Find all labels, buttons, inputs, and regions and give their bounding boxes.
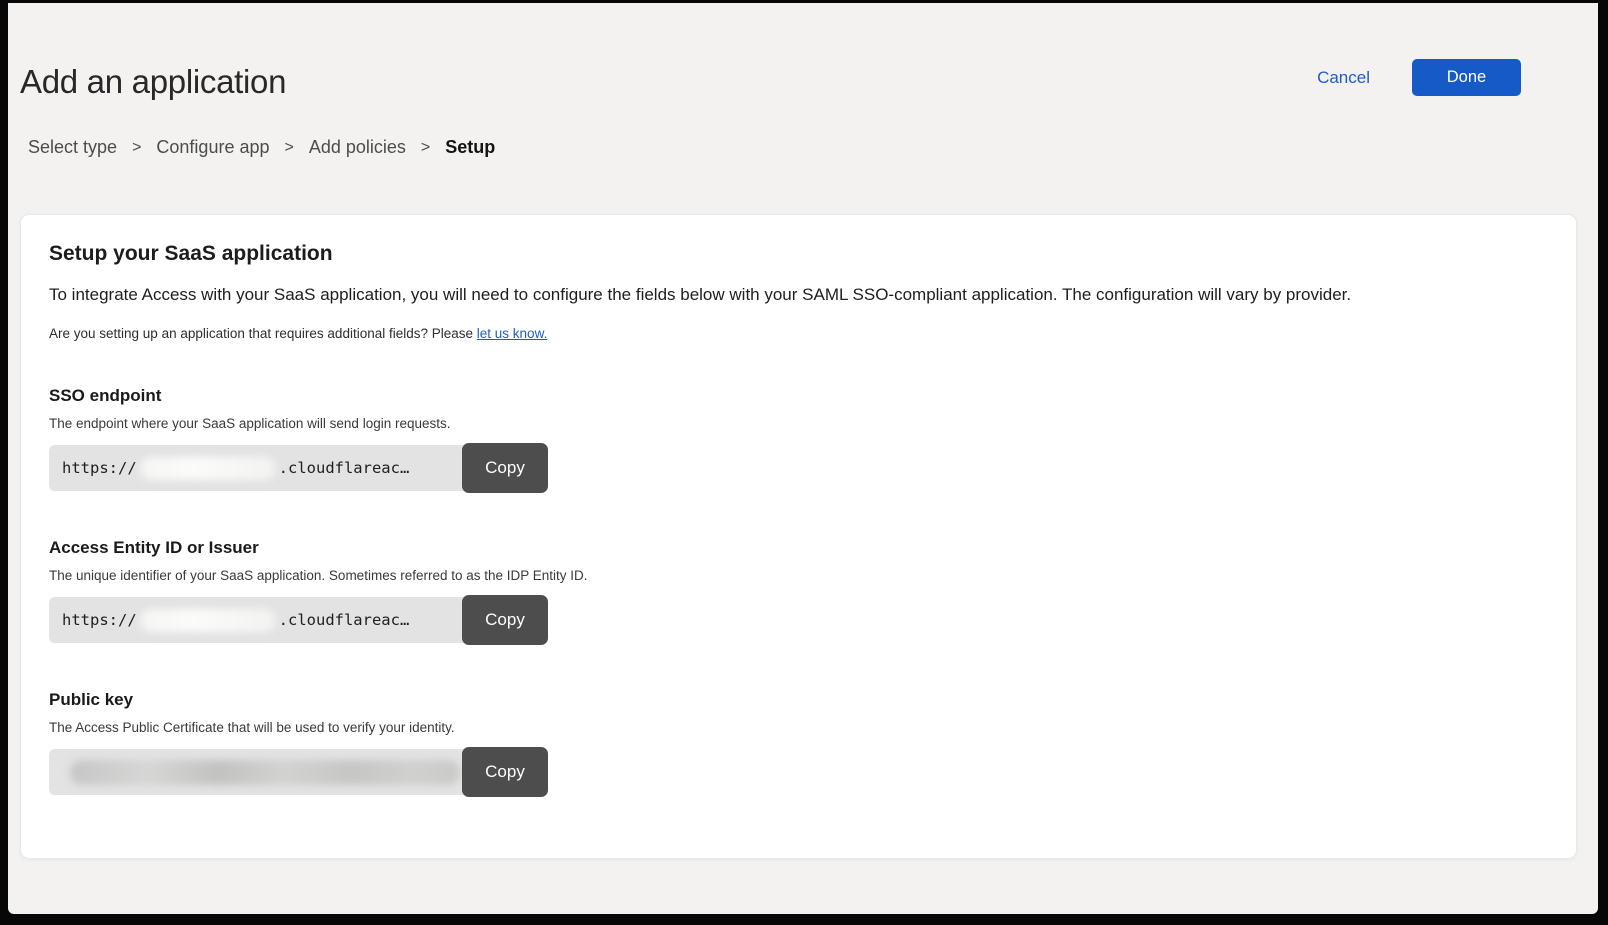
breadcrumb-separator: > [132,139,141,157]
copy-button[interactable]: Copy [462,443,548,493]
breadcrumb: Select type > Configure app > Add polici… [28,137,1598,158]
page-header: Add an application Cancel Done [8,3,1598,101]
copy-button[interactable]: Copy [462,595,548,645]
header-actions: Cancel Done [1317,59,1521,96]
copy-button[interactable]: Copy [462,747,548,797]
redacted-value-blur [70,760,460,785]
field-description: The endpoint where your SaaS application… [49,416,1548,431]
field-row: Copy [49,747,1548,797]
field-label: SSO endpoint [49,386,1548,406]
entity-id-section: Access Entity ID or Issuer The unique id… [49,538,1548,645]
public-key-value [49,749,468,795]
value-suffix: .cloudflareac… [279,611,410,629]
value-suffix: .cloudflareac… [279,459,410,477]
breadcrumb-step-select-type[interactable]: Select type [28,137,117,158]
card-note-text: Are you setting up an application that r… [49,326,1548,341]
breadcrumb-step-add-policies[interactable]: Add policies [309,137,406,158]
sso-endpoint-section: SSO endpoint The endpoint where your Saa… [49,386,1548,493]
let-us-know-link[interactable]: let us know. [477,326,548,341]
field-description: The Access Public Certificate that will … [49,720,1548,735]
redacted-value-blur [140,609,276,632]
value-prefix: https:// [62,459,137,477]
note-prefix: Are you setting up an application that r… [49,326,477,341]
breadcrumb-separator: > [421,139,430,157]
breadcrumb-separator: > [285,139,294,157]
card-intro-text: To integrate Access with your SaaS appli… [49,285,1548,305]
field-row: https:// .cloudflareac… Copy [49,443,1548,493]
page: Add an application Cancel Done Select ty… [8,3,1598,914]
public-key-section: Public key The Access Public Certificate… [49,690,1548,797]
breadcrumb-step-configure-app[interactable]: Configure app [156,137,269,158]
cancel-button[interactable]: Cancel [1317,68,1370,88]
field-row: https:// .cloudflareac… Copy [49,595,1548,645]
sso-endpoint-value: https:// .cloudflareac… [49,445,468,491]
field-label: Access Entity ID or Issuer [49,538,1548,558]
entity-id-value: https:// .cloudflareac… [49,597,468,643]
field-label: Public key [49,690,1548,710]
done-button[interactable]: Done [1412,59,1521,96]
value-prefix: https:// [62,611,137,629]
field-description: The unique identifier of your SaaS appli… [49,568,1548,583]
setup-card: Setup your SaaS application To integrate… [20,214,1577,859]
redacted-value-blur [140,457,276,480]
breadcrumb-step-setup: Setup [445,137,495,158]
card-heading: Setup your SaaS application [49,242,1548,266]
